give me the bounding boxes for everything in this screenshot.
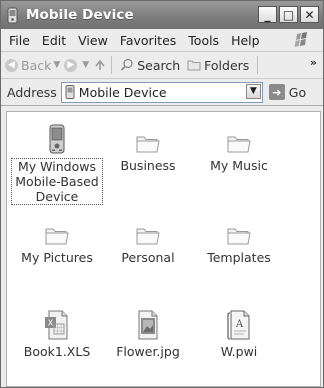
- list-item[interactable]: My Windows Mobile-Based Device: [11, 116, 103, 205]
- menu-bar: File Edit View Favorites Tools Help: [1, 29, 323, 52]
- excel-file-icon: X: [44, 302, 70, 340]
- chevron-down-icon: ▼: [82, 60, 90, 70]
- up-folder-button[interactable]: [93, 58, 107, 72]
- windows-logo-icon: [287, 30, 317, 50]
- item-label: Book1.XLS: [23, 344, 91, 359]
- address-dropdown-button[interactable]: ▼: [245, 83, 261, 99]
- device-icon: [48, 116, 66, 154]
- title-bar[interactable]: Mobile Device _ □ ✕: [1, 1, 323, 29]
- item-label: Business: [120, 158, 176, 173]
- address-bar: Address Mobile Device ▼ ➜ Go: [1, 79, 323, 106]
- folder-icon: [226, 208, 252, 246]
- list-item[interactable]: X Book1.XLS: [11, 302, 103, 359]
- address-value: Mobile Device: [78, 84, 167, 100]
- svg-text:X: X: [48, 319, 54, 328]
- folders-label: Folders: [204, 57, 250, 73]
- item-label: My Music: [210, 158, 268, 173]
- forward-arrow-icon: ▶: [64, 58, 78, 72]
- menu-favorites[interactable]: Favorites: [114, 33, 182, 48]
- folder-icon: [135, 208, 161, 246]
- device-icon: [65, 85, 75, 99]
- toolbar-separator: [257, 56, 259, 74]
- search-icon: [121, 58, 133, 71]
- folder-icon: [44, 208, 70, 246]
- address-input[interactable]: Mobile Device ▼: [60, 81, 263, 103]
- window-controls: _ □ ✕: [258, 6, 319, 23]
- list-item[interactable]: Templates: [193, 208, 285, 265]
- image-file-icon: [137, 302, 159, 340]
- list-item[interactable]: Business: [102, 116, 194, 173]
- minimize-button[interactable]: _: [258, 6, 277, 23]
- list-item[interactable]: Flower.jpg: [102, 302, 194, 359]
- address-label: Address: [7, 84, 57, 100]
- forward-button[interactable]: ▶ ▼: [64, 58, 90, 72]
- go-arrow-icon: ➜: [268, 84, 285, 100]
- search-label: Search: [137, 57, 181, 73]
- up-folder-icon: [95, 59, 105, 70]
- toolbar-overflow-button[interactable]: »: [310, 56, 317, 69]
- item-label: Personal: [121, 250, 175, 265]
- menu-view[interactable]: View: [72, 33, 114, 48]
- folder-icon: [226, 116, 252, 154]
- menu-edit[interactable]: Edit: [36, 33, 72, 48]
- item-label: Flower.jpg: [116, 344, 180, 359]
- toolbar: ◀ Back ▼ ▶ ▼ Search Folders »: [1, 52, 323, 79]
- search-button[interactable]: Search: [120, 58, 180, 73]
- back-arrow-icon: ◀: [5, 58, 18, 72]
- item-label: Templates: [207, 250, 271, 265]
- back-label: Back: [21, 57, 52, 73]
- go-button[interactable]: ➜ Go: [268, 84, 307, 100]
- menu-tools[interactable]: Tools: [182, 33, 225, 48]
- folder-icon: [135, 116, 161, 154]
- item-label: W.pwi: [220, 344, 258, 359]
- menu-file[interactable]: File: [1, 33, 36, 48]
- list-item[interactable]: My Music: [193, 116, 285, 173]
- list-item[interactable]: A W.pwi: [193, 302, 285, 359]
- item-label: My Windows Mobile-Based Device: [11, 158, 103, 205]
- back-button[interactable]: ◀ Back ▼: [5, 58, 60, 73]
- svg-text:A: A: [235, 319, 244, 330]
- device-icon: [7, 6, 20, 24]
- list-item[interactable]: My Pictures: [11, 208, 103, 265]
- item-label: My Pictures: [21, 250, 93, 265]
- toolbar-separator: [111, 56, 113, 74]
- menu-help[interactable]: Help: [225, 33, 266, 48]
- folders-icon: [187, 60, 201, 71]
- close-button[interactable]: ✕: [300, 6, 319, 23]
- maximize-button[interactable]: □: [279, 6, 298, 23]
- chevron-down-icon: ▼: [53, 60, 61, 70]
- folders-button[interactable]: Folders: [187, 58, 249, 73]
- list-item[interactable]: Personal: [102, 208, 194, 265]
- go-label: Go: [288, 84, 307, 100]
- explorer-window: Mobile Device _ □ ✕ File Edit View Favor…: [0, 0, 324, 388]
- pocket-word-file-icon: A: [226, 302, 252, 340]
- window-title: Mobile Device: [26, 7, 134, 23]
- file-view[interactable]: My Windows Mobile-Based Device Business …: [6, 111, 321, 387]
